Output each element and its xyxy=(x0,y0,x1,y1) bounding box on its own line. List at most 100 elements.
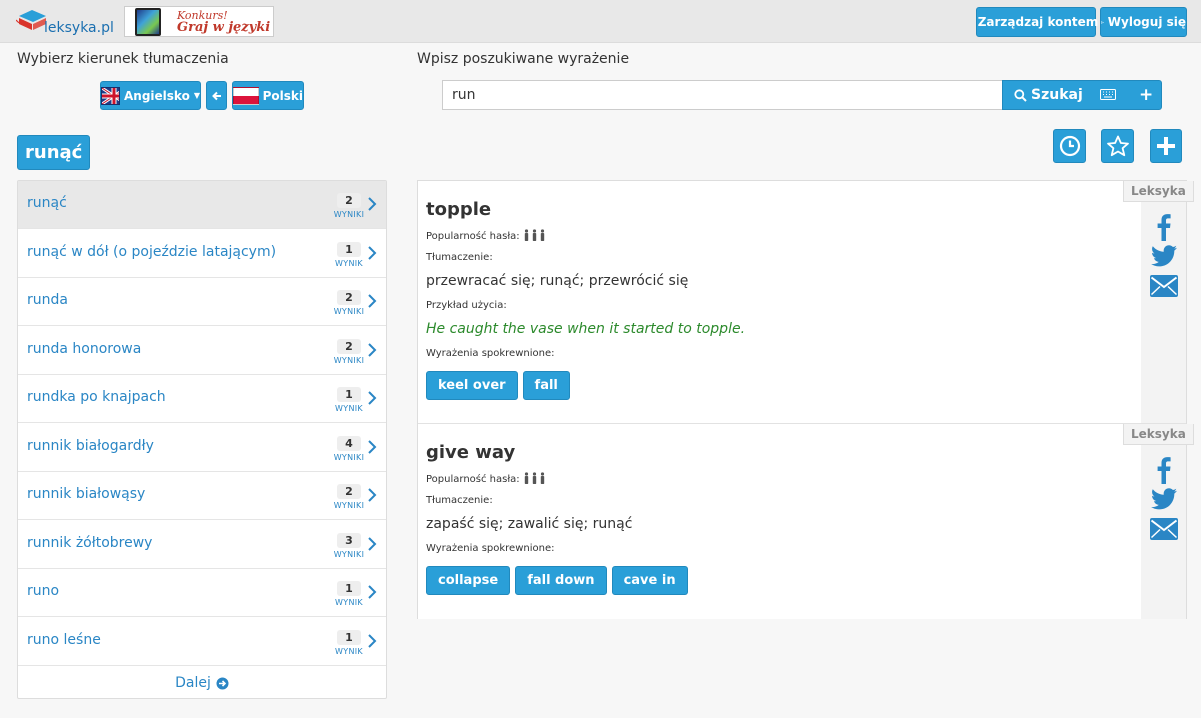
target-language-button[interactable]: Polski xyxy=(232,81,304,110)
list-item-word: runda honorowa xyxy=(27,341,142,357)
facebook-share[interactable] xyxy=(1149,456,1179,484)
count-number: 1 xyxy=(337,242,361,257)
next-page-link[interactable]: Dalej xyxy=(18,667,386,699)
translation-label: Tłumaczenie: xyxy=(426,495,493,506)
history-button[interactable] xyxy=(1053,129,1086,163)
pl-flag-icon xyxy=(233,86,259,105)
related-label: Wyrażenia spokrewnione: xyxy=(426,543,555,554)
dictionary-entry: Leksyka topple Popularność hasła: Tłumac… xyxy=(418,181,1194,423)
star-icon xyxy=(1106,135,1129,157)
logout-button[interactable]: Wyloguj się xyxy=(1100,7,1187,37)
list-item-word: runo leśne xyxy=(27,632,101,648)
count-unit: WYNIK xyxy=(335,598,363,607)
twitter-icon xyxy=(1151,488,1177,510)
search-icon xyxy=(1014,88,1027,102)
list-item[interactable]: runnik żółtobrewy 3 WYNIKI xyxy=(18,521,386,569)
list-item-word: runąć xyxy=(27,195,67,211)
chevron-right-icon xyxy=(368,391,377,405)
current-word-badge: runąć xyxy=(17,135,91,170)
list-item[interactable]: runda 2 WYNIKI xyxy=(18,278,386,326)
count-number: 2 xyxy=(337,290,361,305)
source-language-dropdown[interactable]: Angielsko ▼ xyxy=(100,81,201,110)
source-label: Leksyka xyxy=(1123,181,1194,202)
favorites-button[interactable] xyxy=(1101,129,1134,163)
list-item-word: runda xyxy=(27,292,68,308)
keyboard-icon[interactable] xyxy=(1100,89,1116,100)
popularity-row: Popularność hasła: xyxy=(426,229,547,244)
add-entry-button[interactable] xyxy=(1150,129,1182,163)
count-number: 2 xyxy=(337,484,361,499)
related-tag[interactable]: fall down xyxy=(515,566,607,595)
entry-title: give way xyxy=(426,442,516,463)
target-language-label: Polski xyxy=(262,88,303,103)
count-number: 3 xyxy=(337,533,361,548)
result-count: 1 WYNIK xyxy=(328,238,370,270)
dictionary-entry: Leksyka give way Popularność hasła: Tłum… xyxy=(418,424,1194,619)
list-item[interactable]: runo 1 WYNIK xyxy=(18,569,386,617)
result-count: 3 WYNIKI xyxy=(328,529,370,561)
popularity-label: Popularność hasła: xyxy=(426,231,520,242)
count-unit: WYNIK xyxy=(335,647,363,656)
example-text: He caught the vase when it started to to… xyxy=(426,321,746,337)
related-tag[interactable]: keel over xyxy=(426,371,518,400)
count-unit: WYNIKI xyxy=(333,210,365,219)
count-unit: WYNIKI xyxy=(333,307,365,316)
entry-title: topple xyxy=(426,199,492,220)
result-count: 1 WYNIK xyxy=(328,383,370,415)
twitter-share[interactable] xyxy=(1149,488,1179,510)
related-tag[interactable]: cave in xyxy=(611,566,688,595)
arrow-left-icon xyxy=(211,91,221,100)
list-item-word: runnik białogardły xyxy=(27,438,154,454)
count-number: 2 xyxy=(337,339,361,354)
person-icon xyxy=(524,229,544,241)
count-unit: WYNIKI xyxy=(333,501,365,510)
result-count: 1 WYNIK xyxy=(328,577,370,609)
clock-icon xyxy=(1059,135,1080,157)
count-number: 1 xyxy=(337,630,361,645)
search-input[interactable] xyxy=(442,80,1003,110)
manage-account-label: Zarządzaj kontem xyxy=(977,15,1099,29)
facebook-share[interactable] xyxy=(1149,213,1179,241)
list-item[interactable]: runąć 2 WYNIKI xyxy=(18,181,386,229)
arrow-circle-right-icon xyxy=(216,677,229,689)
count-unit: WYNIK xyxy=(335,259,363,268)
count-number: 2 xyxy=(337,193,361,208)
chevron-right-icon xyxy=(368,537,377,551)
related-label: Wyrażenia spokrewnione: xyxy=(426,348,555,359)
chevron-right-icon xyxy=(368,585,377,599)
source-label: Leksyka xyxy=(1123,424,1194,445)
facebook-icon xyxy=(1157,214,1171,241)
list-item[interactable]: runnik białowąsy 2 WYNIKI xyxy=(18,472,386,520)
list-item[interactable]: runo leśne 1 WYNIK xyxy=(18,618,386,666)
count-number: 1 xyxy=(337,387,361,402)
envelope-icon xyxy=(1150,518,1178,540)
top-bar: leksyka.pl Konkurs! Graj w języki Zarząd… xyxy=(0,0,1201,43)
translation-label: Tłumaczenie: xyxy=(426,252,493,263)
translation-text: zapaść się; zawalić się; runąć xyxy=(426,516,633,532)
logout-label: Wyloguj się xyxy=(1107,15,1186,29)
email-share[interactable] xyxy=(1149,275,1179,297)
email-share[interactable] xyxy=(1149,518,1179,540)
related-tag[interactable]: fall xyxy=(522,371,570,400)
count-unit: WYNIKI xyxy=(333,453,365,462)
count-number: 1 xyxy=(337,581,361,596)
list-item[interactable]: runąć w dół (o pojeździe latającym) 1 WYN… xyxy=(18,230,386,278)
chevron-right-icon xyxy=(368,246,377,260)
result-count: 2 WYNIKI xyxy=(328,189,370,221)
list-item[interactable]: rundka po knajpach 1 WYNIK xyxy=(18,375,386,423)
list-item[interactable]: runnik białogardły 4 WYNIKI xyxy=(18,424,386,472)
search-button-label: Szukaj xyxy=(1031,87,1083,103)
chevron-right-icon xyxy=(368,343,377,357)
list-item[interactable]: runda honorowa 2 WYNIKI xyxy=(18,327,386,375)
twitter-share[interactable] xyxy=(1149,245,1179,267)
related-tag[interactable]: collapse xyxy=(426,566,511,595)
swap-direction-button[interactable] xyxy=(206,81,227,110)
promo-banner[interactable]: Konkurs! Graj w języki xyxy=(124,6,274,37)
chevron-right-icon xyxy=(368,294,377,308)
site-logo[interactable]: leksyka.pl xyxy=(16,6,116,38)
popularity-label: Popularność hasła: xyxy=(426,474,520,485)
add-special-char-icon[interactable]: + xyxy=(1139,85,1153,105)
caret-down-icon: ▼ xyxy=(193,91,200,100)
search-button[interactable]: Szukaj xyxy=(1014,87,1083,103)
manage-account-button[interactable]: Zarządzaj kontem xyxy=(976,7,1099,37)
